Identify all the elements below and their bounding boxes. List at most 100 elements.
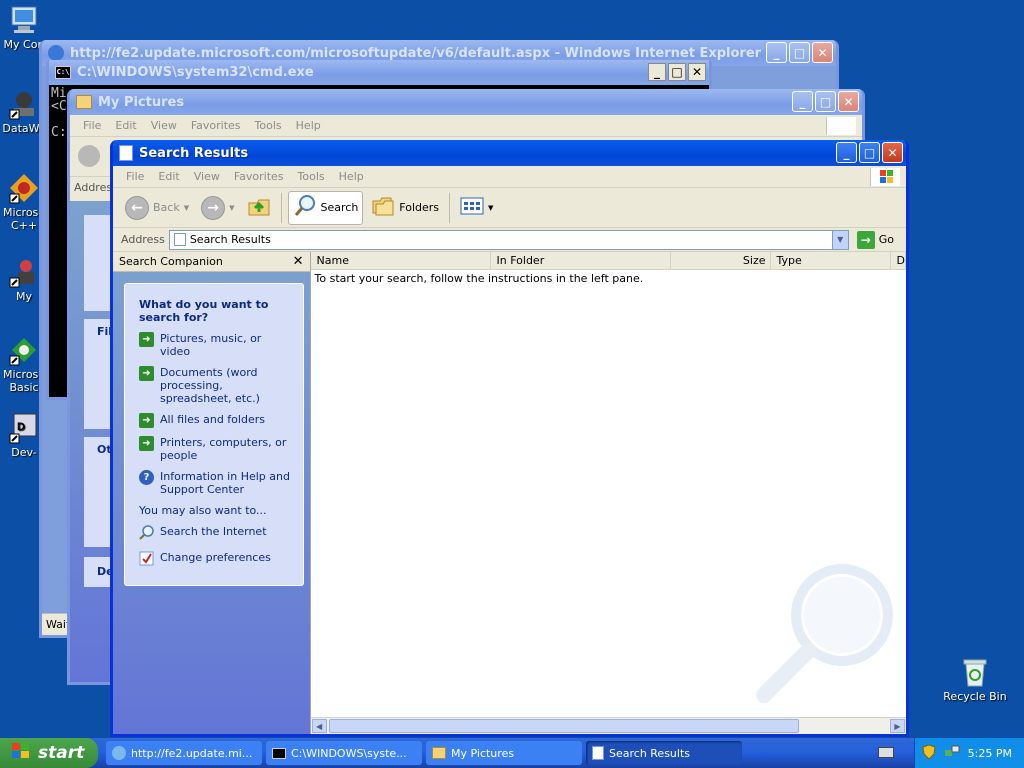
search-titlebar[interactable]: Search Results _ □ ✕ — [113, 140, 906, 166]
column-date[interactable]: D — [891, 252, 906, 269]
menu-tools[interactable]: Tools — [291, 170, 332, 183]
menu-file[interactable]: File — [76, 119, 108, 132]
go-button[interactable]: → Go — [853, 230, 906, 249]
magnifier-icon — [293, 194, 317, 221]
chevron-down-icon: ▼ — [183, 203, 190, 212]
toolbar-separator — [280, 192, 282, 223]
address-input[interactable]: Search Results ▼ — [168, 229, 849, 250]
start-button[interactable]: start — [0, 738, 98, 768]
column-type[interactable]: Type — [771, 252, 891, 269]
folder-icon — [432, 747, 446, 759]
option-label: Printers, computers, or people — [160, 436, 287, 462]
taskbar-item-label: My Pictures — [451, 746, 515, 760]
column-in-folder[interactable]: In Folder — [491, 252, 671, 269]
pictures-menubar: File Edit View Favorites Tools Help — [70, 115, 862, 137]
minimize-button[interactable]: _ — [836, 142, 857, 163]
search-watermark-icon — [750, 559, 900, 712]
column-size[interactable]: Size — [671, 252, 771, 269]
desktop-icon-recycle-bin[interactable]: Recycle Bin — [942, 656, 1008, 703]
search-companion-card: What do you want to search for? ➜ Pictur… — [124, 283, 304, 586]
option-all-files[interactable]: ➜ All files and folders — [139, 413, 291, 428]
up-folder-button[interactable] — [243, 191, 275, 225]
green-arrow-icon: ➜ — [139, 413, 154, 428]
views-icon — [460, 197, 484, 218]
close-button[interactable]: ✕ — [688, 63, 706, 81]
menu-favorites[interactable]: Favorites — [227, 170, 291, 183]
pictures-titlebar[interactable]: My Pictures _ □ ✕ — [70, 89, 862, 115]
option-search-internet[interactable]: Search the Internet — [139, 525, 291, 543]
taskbar-item-pictures[interactable]: My Pictures — [426, 741, 582, 765]
keyboard-icon[interactable] — [878, 747, 894, 758]
option-documents[interactable]: ➜ Documents (word processing, spreadshee… — [139, 366, 291, 405]
security-shield-icon[interactable] — [922, 743, 936, 763]
menu-file[interactable]: File — [119, 170, 151, 183]
scroll-right-button[interactable]: ▶ — [890, 719, 905, 733]
chevron-down-icon: ▼ — [229, 203, 235, 212]
views-button[interactable]: ▼ — [456, 191, 497, 225]
option-help-support[interactable]: ? Information in Help and Support Center — [139, 470, 291, 496]
results-pane[interactable]: Name In Folder Size Type D To start your… — [309, 252, 906, 734]
clock[interactable]: 5:25 PM — [968, 747, 1012, 760]
taskbar-item-cmd[interactable]: C:\WINDOWS\syste... — [266, 741, 422, 765]
ie-window-title: http://fe2.update.microsoft.com/microsof… — [70, 45, 762, 61]
menu-edit[interactable]: Edit — [151, 170, 186, 183]
maximize-button[interactable]: □ — [789, 42, 810, 63]
forward-button[interactable]: → ▼ — [197, 191, 238, 225]
menu-view[interactable]: View — [187, 170, 227, 183]
column-name[interactable]: Name — [311, 252, 491, 269]
green-arrow-icon: ➜ — [139, 332, 154, 347]
taskbar-item-ie[interactable]: http://fe2.update.mi... — [106, 741, 262, 765]
scroll-thumb[interactable] — [328, 719, 799, 733]
close-button[interactable]: ✕ — [838, 91, 859, 112]
pictures-task-panel: Oth — [84, 437, 112, 547]
minimize-button[interactable]: _ — [766, 42, 787, 63]
go-label: Go — [878, 233, 894, 246]
maximize-button[interactable]: □ — [668, 63, 686, 81]
close-icon[interactable]: ✕ — [293, 254, 304, 269]
menu-help[interactable]: Help — [332, 170, 371, 183]
folders-button[interactable]: Folders — [367, 191, 443, 225]
recycle-bin-icon — [959, 656, 991, 688]
search-results-icon — [173, 233, 186, 246]
horizontal-scrollbar[interactable]: ◀ ▶ — [310, 717, 906, 734]
pictures-task-panel: De — [84, 557, 112, 587]
pictures-task-panel — [84, 215, 112, 311]
menu-favorites[interactable]: Favorites — [184, 119, 248, 132]
menu-view[interactable]: View — [144, 119, 184, 132]
maximize-button[interactable]: □ — [859, 142, 880, 163]
empty-results-message: To start your search, follow the instruc… — [314, 272, 644, 285]
visual-basic-icon — [8, 334, 40, 366]
search-menubar: File Edit View Favorites Tools Help — [113, 166, 906, 188]
back-icon[interactable] — [78, 145, 100, 167]
minimize-button[interactable]: _ — [792, 91, 813, 112]
menu-help[interactable]: Help — [289, 119, 328, 132]
search-window[interactable]: Search Results _ □ ✕ File Edit View Favo… — [110, 140, 909, 737]
scroll-left-button[interactable]: ◀ — [311, 719, 327, 733]
option-change-preferences[interactable]: Change preferences — [139, 551, 291, 569]
cmd-icon: C:\ — [55, 66, 71, 79]
results-column-header: Name In Folder Size Type D — [310, 252, 906, 270]
network-icon[interactable] — [944, 744, 960, 763]
cmd-titlebar[interactable]: C:\ C:\WINDOWS\system32\cmd.exe _ □ ✕ — [49, 60, 709, 85]
address-label: Address — [121, 233, 165, 246]
system-tray: 5:25 PM — [914, 738, 1024, 768]
search-button[interactable]: Search — [287, 190, 364, 225]
back-button[interactable]: ← Back ▼ — [121, 191, 193, 225]
search-question: What do you want to search for? — [139, 298, 269, 324]
close-button[interactable]: ✕ — [882, 142, 903, 163]
minimize-button[interactable]: _ — [648, 63, 666, 81]
back-label: Back — [153, 201, 180, 214]
taskbar-item-search[interactable]: Search Results — [586, 741, 742, 765]
address-dropdown-button[interactable]: ▼ — [831, 230, 848, 249]
maximize-button[interactable]: □ — [815, 91, 836, 112]
address-bar: Address Search Results ▼ → Go — [113, 228, 906, 252]
menu-edit[interactable]: Edit — [108, 119, 143, 132]
option-printers-computers-people[interactable]: ➜ Printers, computers, or people — [139, 436, 291, 462]
pictures-task-panel: File — [84, 319, 112, 429]
option-pictures-music-video[interactable]: ➜ Pictures, music, or video — [139, 332, 291, 358]
menu-tools[interactable]: Tools — [248, 119, 289, 132]
option-label: Change preferences — [160, 551, 271, 564]
search-companion-pane: Search Companion ✕ What do you want to s… — [113, 252, 310, 734]
windows-logo-icon — [870, 168, 900, 186]
close-button[interactable]: ✕ — [812, 42, 833, 63]
